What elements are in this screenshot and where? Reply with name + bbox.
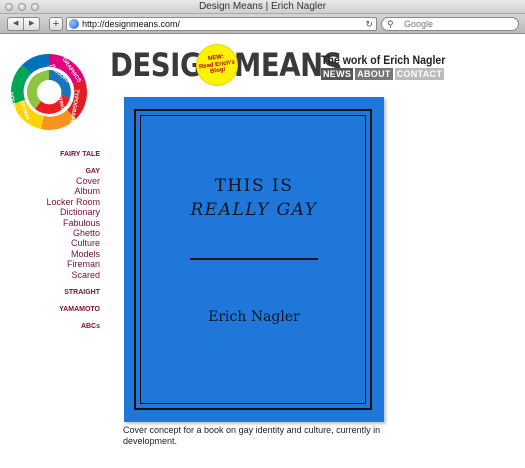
add-bookmark-button[interactable]: + xyxy=(49,17,63,31)
address-bar[interactable]: http://designmeans.com/ ↻ xyxy=(66,17,377,31)
nav-gay-culture[interactable]: Culture xyxy=(46,238,100,248)
url-text[interactable]: http://designmeans.com/ xyxy=(82,18,180,30)
category-wheel-logo[interactable]: MAGAZINES OBJECTS BOOKS GRAPHICS WRITING… xyxy=(8,45,90,139)
book-title-line-1: THIS IS xyxy=(214,176,294,196)
book-cover-image: THIS IS REALLY GAY Erich Nagler xyxy=(124,97,384,422)
nav-gay-scared[interactable]: Scared xyxy=(46,270,100,280)
book-title: THIS IS REALLY GAY xyxy=(124,174,384,222)
nav-gay-dictionary[interactable]: Dictionary xyxy=(46,207,100,217)
search-input[interactable] xyxy=(404,18,514,30)
nav-gay-fabulous[interactable]: Fabulous xyxy=(46,218,100,228)
nav-gay-album[interactable]: Album xyxy=(46,186,100,196)
badge-line-3: Blog! xyxy=(209,67,226,76)
search-field[interactable]: ⚲ xyxy=(381,17,519,31)
nav-about[interactable]: ABOUT xyxy=(355,68,393,80)
tagline: The work of Erich Nagler xyxy=(321,53,446,67)
page-content: MAGAZINES OBJECTS BOOKS GRAPHICS WRITING… xyxy=(0,35,525,468)
book-author: Erich Nagler xyxy=(208,309,300,325)
back-icon[interactable]: ◀ xyxy=(8,18,23,30)
nav-gay-fireman[interactable]: Fireman xyxy=(46,259,100,269)
nav-gay-locker-room[interactable]: Locker Room xyxy=(46,197,100,207)
nav-abcs[interactable]: ABCs xyxy=(46,322,100,331)
nav-gay-ghetto[interactable]: Ghetto xyxy=(46,228,100,238)
book-divider xyxy=(190,258,318,260)
project-caption: Cover concept for a book on gay identity… xyxy=(123,425,381,446)
browser-toolbar: ◀ ▶ + http://designmeans.com/ ↻ ⚲ xyxy=(0,14,525,34)
nav-straight[interactable]: STRAIGHT xyxy=(46,288,100,297)
back-forward-group: ◀ ▶ xyxy=(7,17,40,31)
nav-gay-cover[interactable]: Cover xyxy=(46,176,100,186)
search-icon[interactable]: ⚲ xyxy=(387,18,394,30)
reload-icon[interactable]: ↻ xyxy=(365,18,373,30)
nav-fairy-tale[interactable]: FAIRY TALE xyxy=(46,150,100,159)
globe-icon xyxy=(69,19,79,29)
nav-gay[interactable]: GAY xyxy=(46,167,100,176)
forward-icon[interactable]: ▶ xyxy=(23,18,39,30)
nav-contact[interactable]: CONTACT xyxy=(394,68,445,80)
window-titlebar: Design Means | Erich Nagler xyxy=(0,0,525,14)
nav-yamamoto[interactable]: YAMAMOTO xyxy=(46,305,100,314)
book-title-line-2: REALLY GAY xyxy=(190,200,318,220)
project-nav: FAIRY TALE GAY Cover Album Locker Room D… xyxy=(46,150,100,331)
nav-gay-models[interactable]: Models xyxy=(46,249,100,259)
top-nav: NEWS ABOUT CONTACT xyxy=(321,68,445,80)
window-title: Design Means | Erich Nagler xyxy=(198,1,327,12)
nav-news[interactable]: NEWS xyxy=(321,68,354,80)
